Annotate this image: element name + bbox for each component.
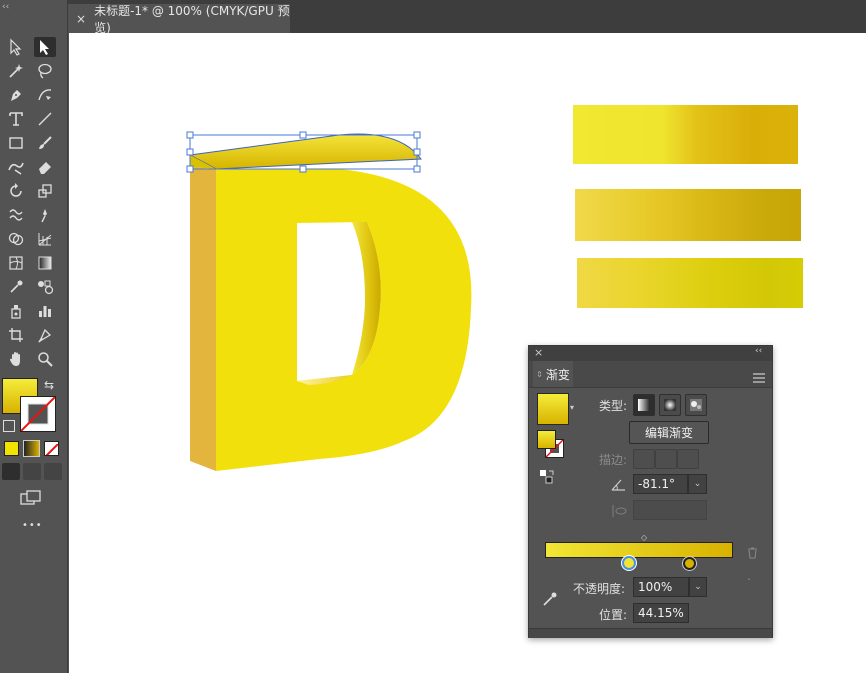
freeform-gradient-button[interactable] (685, 394, 707, 416)
position-input[interactable]: 44.15% (633, 603, 689, 623)
handle-bl (186, 165, 194, 173)
handle-mr (413, 148, 421, 156)
opacity-arrow-icon: ˆ (747, 578, 751, 587)
lasso-tool-icon[interactable] (34, 61, 56, 81)
radial-gradient-button[interactable] (659, 394, 681, 416)
type-label: 类型: (599, 399, 628, 413)
screen-mode-icon[interactable] (20, 490, 42, 510)
letter-d-side-face (190, 167, 216, 471)
gradient-bar-3 (577, 258, 803, 308)
gradient-bar-2 (575, 189, 801, 241)
swap-fill-stroke-icon[interactable]: ⇆ (44, 378, 54, 392)
stroke-across-button[interactable] (677, 449, 699, 469)
stroke-label: 描边: (599, 453, 628, 467)
angle-dropdown[interactable]: ⌄ (688, 474, 707, 494)
hamburger-icon[interactable] (753, 368, 765, 387)
stroke-swatch[interactable] (20, 396, 56, 432)
handle-ml (186, 148, 194, 156)
gradient-stop-right[interactable] (683, 557, 696, 570)
default-colors-icon[interactable] (3, 420, 15, 432)
midpoint-diamond-icon[interactable]: ◇ (641, 533, 647, 542)
eyedropper-tool-icon[interactable] (5, 277, 27, 297)
document-tab-bar: × 未标题-1* @ 100% (CMYK/GPU 预览) (68, 0, 866, 35)
delete-stop-icon[interactable] (747, 544, 758, 563)
gradient-bar-1 (573, 105, 798, 164)
scale-tool-icon[interactable] (34, 181, 56, 201)
edit-gradient-button[interactable]: 编辑渐变 (629, 421, 709, 444)
handle-br (413, 165, 421, 173)
eyedropper-icon[interactable] (541, 590, 559, 612)
edit-toolbar-icon[interactable]: ••• (22, 520, 43, 531)
eraser-tool-icon[interactable] (34, 157, 56, 177)
angle-input[interactable]: -81.1° (633, 474, 688, 494)
draw-normal-icon[interactable] (2, 463, 20, 480)
letter-d-front-face (216, 169, 472, 471)
stroke-within-button[interactable] (633, 449, 655, 469)
stroke-along-button[interactable] (655, 449, 677, 469)
rectangle-tool-icon[interactable] (5, 133, 27, 153)
mesh-tool-icon[interactable] (5, 253, 27, 273)
gradient-fill-swatch[interactable] (537, 393, 569, 425)
perspective-grid-tool-icon[interactable] (34, 229, 56, 249)
toolbar-collapse-icon[interactable]: ‹‹ (2, 2, 9, 12)
artboard-tool-icon[interactable] (5, 325, 27, 345)
draw-behind-icon[interactable] (23, 463, 41, 480)
document-tab[interactable]: × 未标题-1* @ 100% (CMYK/GPU 预览) (68, 3, 290, 35)
shape-builder-tool-icon[interactable] (5, 229, 27, 249)
panel-resize-bar[interactable] (529, 628, 772, 638)
close-tab-icon[interactable]: × (76, 12, 86, 26)
gradient-slider[interactable] (545, 542, 733, 558)
tools-panel: ‹‹ ⇆ ••• (0, 0, 68, 673)
handle-bm (299, 165, 307, 173)
paintbrush-tool-icon[interactable] (34, 133, 56, 153)
type-tool-icon[interactable] (5, 109, 27, 129)
slice-tool-icon[interactable] (34, 325, 56, 345)
rotate-tool-icon[interactable] (5, 181, 27, 201)
opacity-dropdown[interactable]: ⌄ (689, 577, 707, 597)
selection-tool-icon[interactable] (34, 37, 56, 57)
none-mode-button[interactable] (44, 441, 59, 456)
draw-inside-icon[interactable] (44, 463, 62, 480)
curvature-tool-icon[interactable] (34, 85, 56, 105)
aspect-ratio-input[interactable] (633, 500, 707, 520)
blend-tool-icon[interactable] (34, 277, 56, 297)
opacity-label: 不透明度: (573, 582, 626, 596)
zoom-tool-icon[interactable] (34, 349, 56, 369)
shaper-tool-icon[interactable] (5, 157, 27, 177)
column-graph-tool-icon[interactable] (34, 301, 56, 321)
symbol-sprayer-tool-icon[interactable] (5, 301, 27, 321)
swatch-dropdown-icon[interactable]: ▾ (570, 403, 574, 412)
panel-close-icon[interactable]: × (534, 346, 543, 359)
direct-selection-tool-icon[interactable] (5, 37, 27, 57)
opacity-input[interactable]: 100% (633, 577, 689, 597)
handle-tm (299, 131, 307, 139)
gradient-tool-icon[interactable] (34, 253, 56, 273)
pen-tool-icon[interactable] (5, 85, 27, 105)
gradient-panel: × ‹‹ ⇕ 渐变 ▾ 类型: 编辑渐变 描边: -81.1° ⌄ ◇ 不透明度… (528, 345, 773, 638)
position-label: 位置: (599, 608, 628, 622)
color-mode-button[interactable] (4, 441, 19, 456)
gradient-stop-left[interactable] (622, 556, 636, 570)
line-tool-icon[interactable] (34, 109, 56, 129)
document-tab-title: 未标题-1* @ 100% (CMYK/GPU 预览) (94, 3, 290, 35)
warp-tool-icon[interactable] (5, 205, 27, 225)
handle-tr (413, 131, 421, 139)
puppet-warp-tool-icon[interactable] (34, 205, 56, 225)
hand-tool-icon[interactable] (5, 349, 27, 369)
panel-collapse-icon[interactable]: ‹‹ (755, 346, 762, 356)
aspect-ratio-icon (611, 503, 627, 522)
reverse-gradient-icon[interactable] (539, 469, 555, 489)
handle-tl (186, 131, 194, 139)
linear-gradient-button[interactable] (633, 394, 655, 416)
tab-options-icon: ⇕ (536, 369, 543, 379)
letter-d-top-face (188, 133, 422, 170)
angle-icon (611, 477, 627, 496)
panel-title-bar[interactable] (529, 346, 772, 361)
fill-indicator[interactable] (537, 430, 556, 449)
gradient-mode-button[interactable] (23, 440, 40, 457)
magic-wand-tool-icon[interactable] (5, 61, 27, 81)
tab-gradient[interactable]: ⇕ 渐变 (533, 361, 573, 387)
